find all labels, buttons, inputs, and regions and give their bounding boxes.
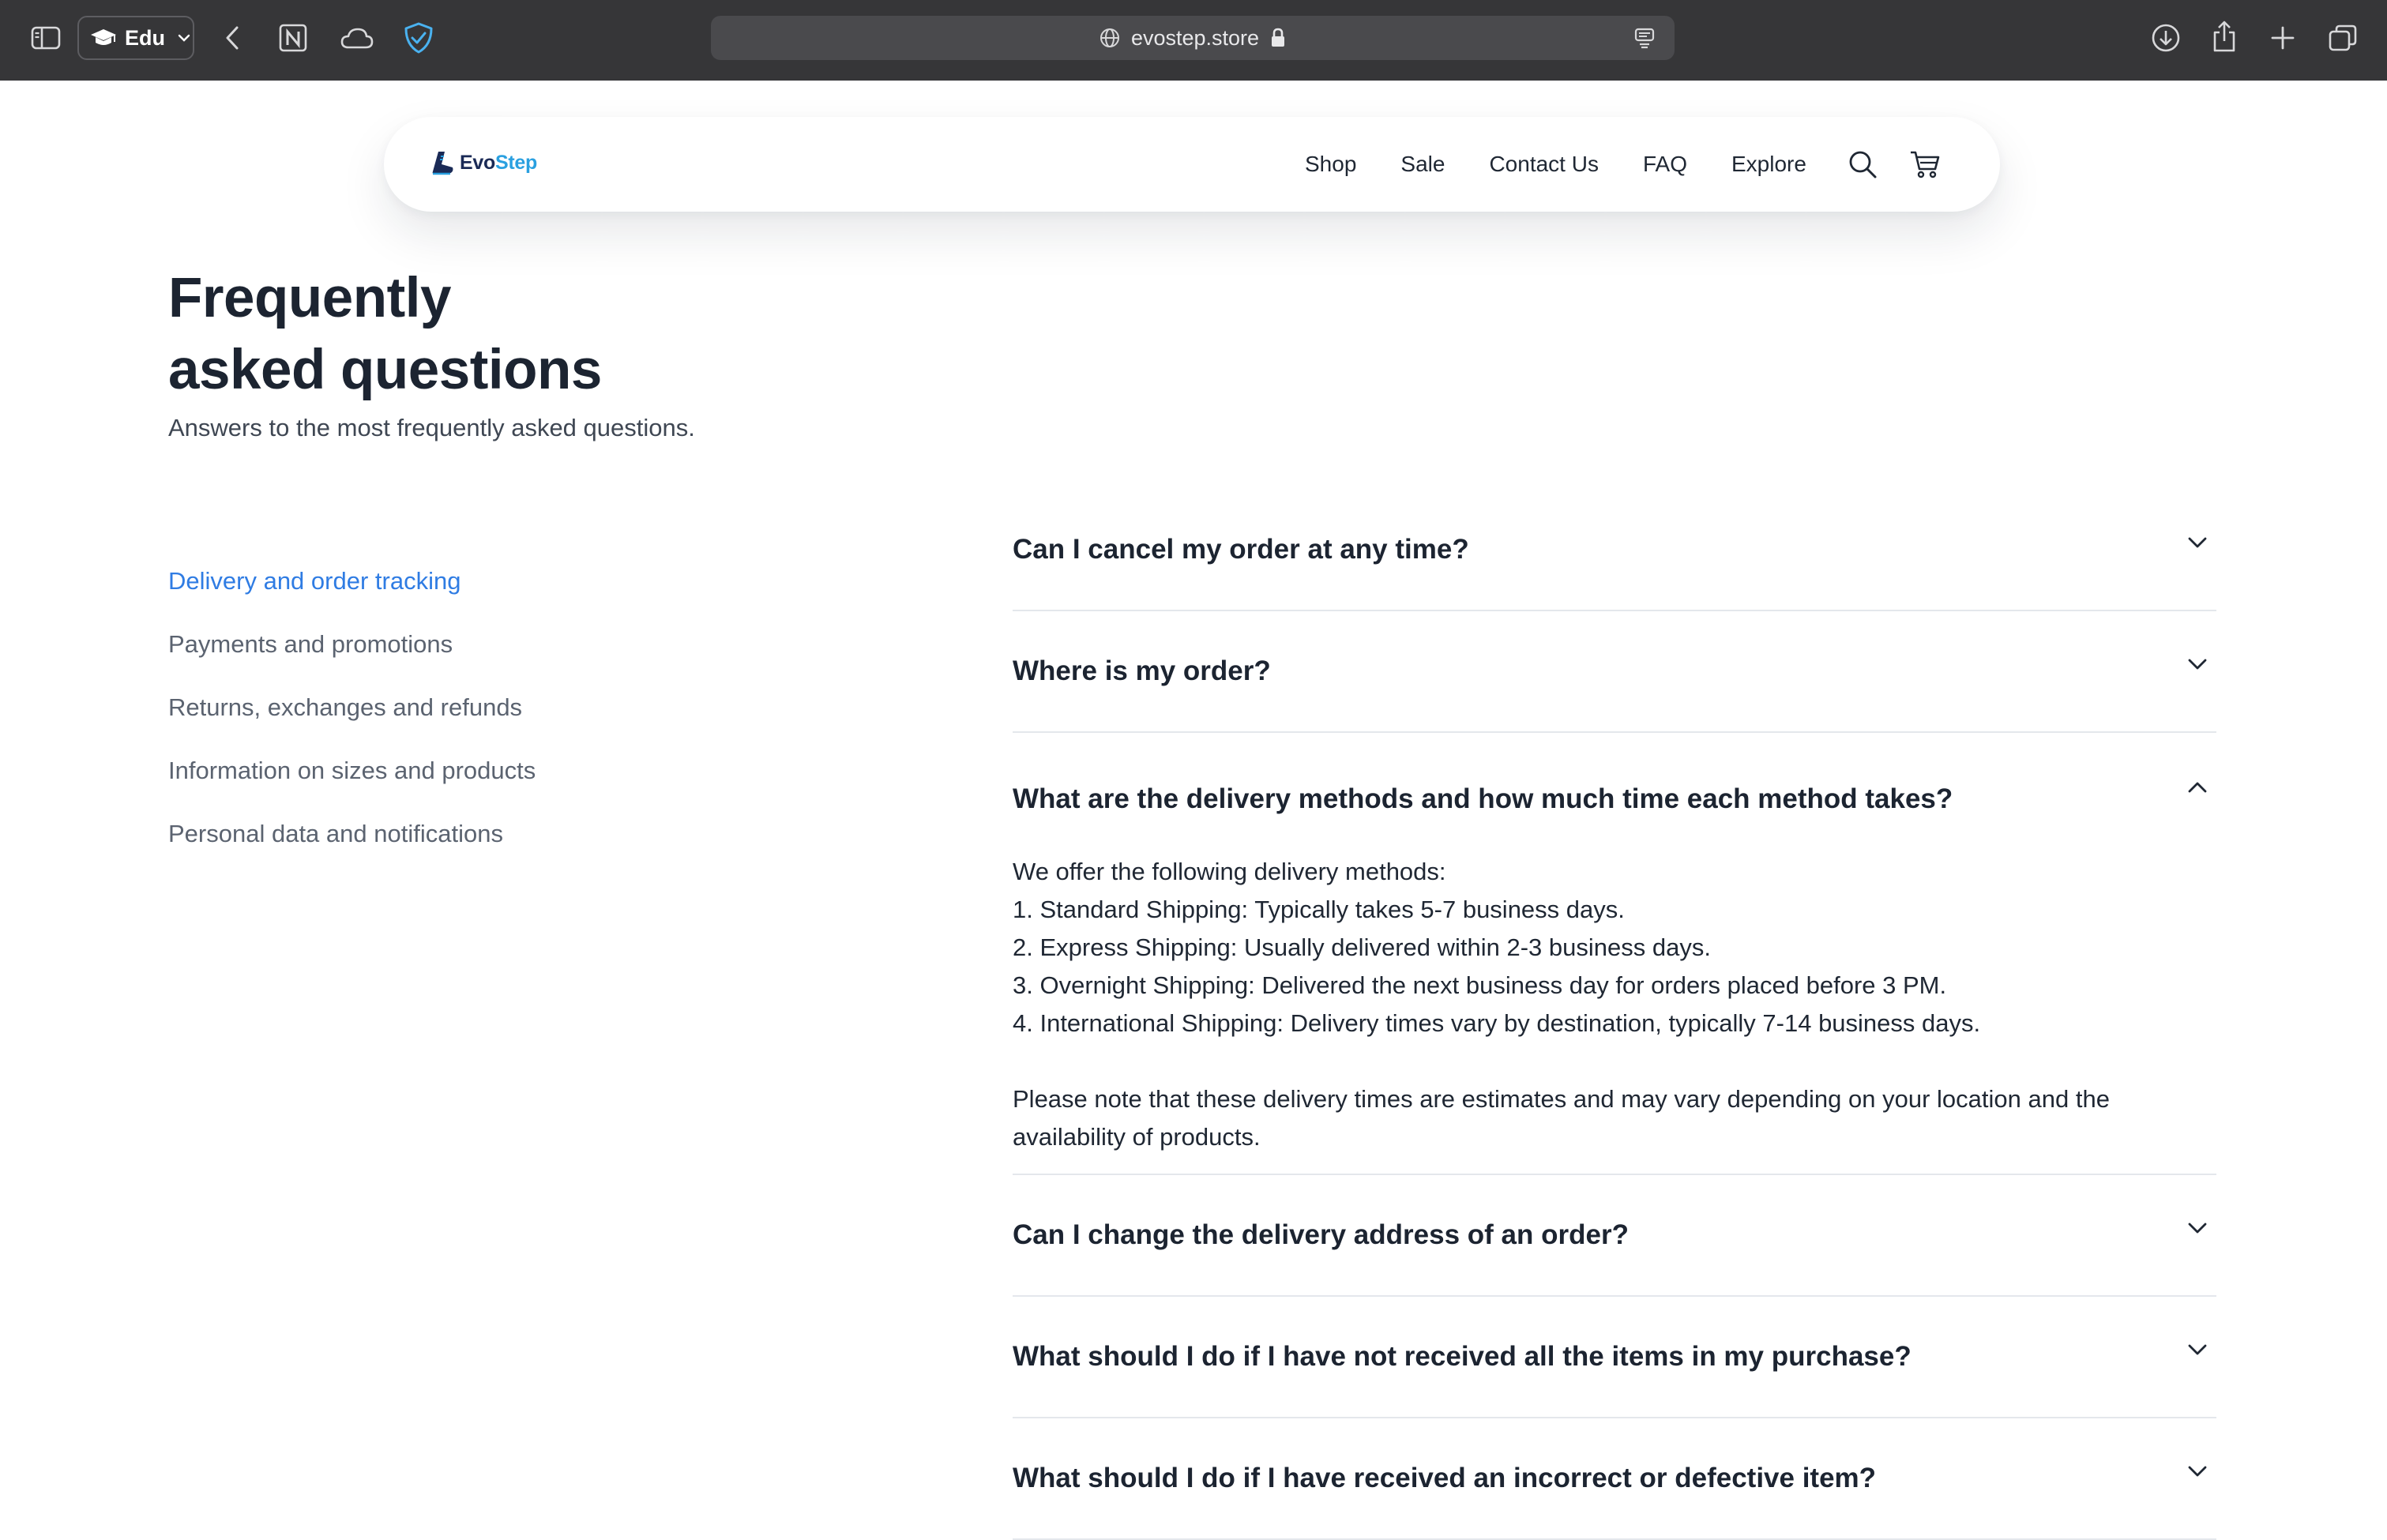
faq-question-toggle[interactable]: What should I do if I have not received … <box>1013 1297 2216 1417</box>
nav-explore[interactable]: Explore <box>1731 152 1806 177</box>
chevron-down-icon <box>178 34 190 42</box>
notion-icon[interactable] <box>276 22 310 54</box>
faq-question-toggle[interactable]: What are the delivery methods and how mu… <box>1013 733 2216 853</box>
page-title-line-2: asked questions <box>168 339 602 401</box>
faq-item: What should I do if I have received an i… <box>1013 1418 2216 1540</box>
faq-item: Can I change the delivery address of an … <box>1013 1175 2216 1297</box>
nav-faq[interactable]: FAQ <box>1643 152 1687 177</box>
faq-answer-line: 1. Standard Shipping: Typically takes 5-… <box>1013 896 1625 923</box>
cart-icon[interactable] <box>1909 148 1941 180</box>
reader-icon[interactable] <box>1633 27 1656 49</box>
category-delivery-and-order-tracking[interactable]: Delivery and order tracking <box>168 562 879 625</box>
category-sizes-and-products[interactable]: Information on sizes and products <box>168 752 879 815</box>
logo-shoe-icon <box>431 150 455 175</box>
chevron-down-icon <box>2186 1464 2208 1482</box>
faq-answer-intro: We offer the following delivery methods: <box>1013 858 1446 885</box>
faq-question-toggle[interactable]: Where is my order? <box>1013 611 2216 731</box>
page-title-line-1: Frequently <box>168 267 451 329</box>
globe-icon <box>1100 28 1120 48</box>
faq-item: Can I cancel my order at any time? <box>1013 490 2216 611</box>
share-icon[interactable] <box>2208 17 2240 55</box>
main-nav: Shop Sale Contact Us FAQ Explore <box>1305 117 1941 212</box>
faq-item: Where is my order? <box>1013 611 2216 733</box>
faq-question: Can I cancel my order at any time? <box>1013 534 1469 565</box>
logo-text: EvoStep <box>460 151 537 174</box>
url-text: evostep.store <box>1130 25 1260 50</box>
chevron-up-icon <box>2186 780 2208 798</box>
browser-toolbar: Edu evostep.store <box>0 0 2387 81</box>
sidebar-toggle-icon[interactable] <box>28 24 63 52</box>
nav-sale[interactable]: Sale <box>1400 152 1445 177</box>
address-bar[interactable]: evostep.store <box>711 16 1675 60</box>
faq-answer-note: Please note that these delivery times ar… <box>1013 1085 2110 1151</box>
category-payments-and-promotions[interactable]: Payments and promotions <box>168 625 879 689</box>
search-icon[interactable] <box>1848 149 1878 179</box>
faq-item-expanded: What are the delivery methods and how mu… <box>1013 733 2216 1175</box>
faq-question: Where is my order? <box>1013 655 1271 686</box>
download-icon[interactable] <box>2148 21 2183 55</box>
nav-contact-us[interactable]: Contact Us <box>1489 152 1599 177</box>
category-personal-data-notifications[interactable]: Personal data and notifications <box>168 815 879 878</box>
page-subtitle: Answers to the most frequently asked que… <box>168 414 695 441</box>
back-icon[interactable] <box>220 24 245 52</box>
faq-question: What are the delivery methods and how mu… <box>1013 783 1953 814</box>
graduation-cap-icon <box>90 28 117 48</box>
faq-item: What should I do if I have not received … <box>1013 1297 2216 1418</box>
faq-answer-line: 2. Express Shipping: Usually delivered w… <box>1013 933 1711 961</box>
faq-question-toggle[interactable]: What should I do if I have received an i… <box>1013 1418 2216 1538</box>
chevron-down-icon <box>2186 657 2208 675</box>
site-header: EvoStep Shop Sale Contact Us FAQ Explore <box>384 117 2000 212</box>
faq-question: Can I change the delivery address of an … <box>1013 1219 1629 1250</box>
category-returns-exchanges-refunds[interactable]: Returns, exchanges and refunds <box>168 689 879 752</box>
faq-answer: We offer the following delivery methods:… <box>1013 853 2216 1174</box>
lock-icon <box>1270 28 1286 48</box>
chevron-down-icon <box>2186 535 2208 554</box>
faq-question-toggle[interactable]: Can I cancel my order at any time? <box>1013 490 2216 610</box>
profile-label: Edu <box>125 25 165 50</box>
chevron-down-icon <box>2186 1343 2208 1361</box>
site-logo[interactable]: EvoStep <box>431 150 537 175</box>
faq-question: What should I do if I have received an i… <box>1013 1463 1877 1493</box>
page-title: Frequently asked questions <box>168 262 602 406</box>
shield-check-icon[interactable] <box>401 21 436 55</box>
nav-shop[interactable]: Shop <box>1305 152 1356 177</box>
profile-switcher[interactable]: Edu <box>77 16 194 60</box>
chevron-down-icon <box>2186 1221 2208 1239</box>
faq-categories: Delivery and order tracking Payments and… <box>168 562 879 878</box>
faq-question: What should I do if I have not received … <box>1013 1341 1911 1372</box>
faq-answer-line: 3. Overnight Shipping: Delivered the nex… <box>1013 971 1947 999</box>
faq-question-toggle[interactable]: Can I change the delivery address of an … <box>1013 1175 2216 1295</box>
faq-answer-line: 4. International Shipping: Delivery time… <box>1013 1009 1981 1037</box>
cloud-icon[interactable] <box>338 24 376 52</box>
faq-accordion: Can I cancel my order at any time? Where… <box>1013 490 2216 1540</box>
tabs-overview-icon[interactable] <box>2325 22 2360 54</box>
new-tab-icon[interactable] <box>2267 22 2299 54</box>
